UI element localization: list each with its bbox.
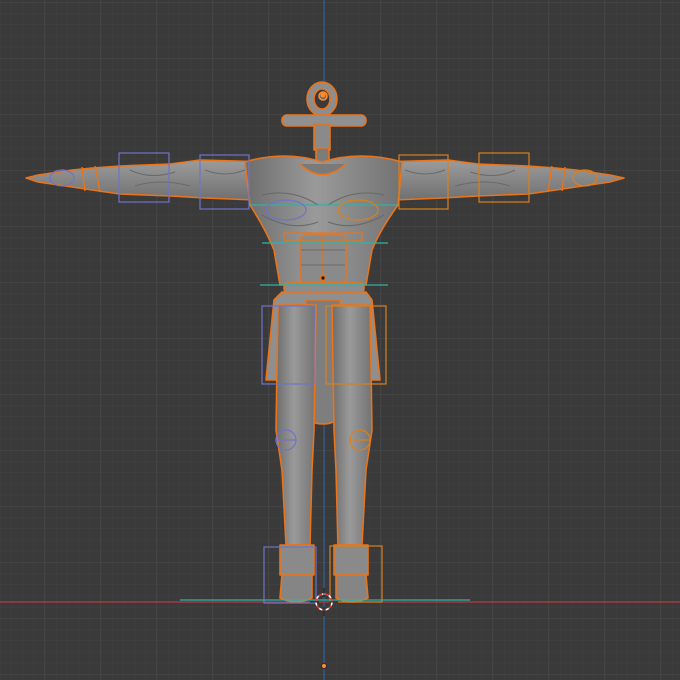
origin-dot-ankh[interactable] (320, 92, 326, 98)
viewport-canvas[interactable] (0, 0, 680, 680)
left-leg[interactable] (275, 304, 317, 603)
origin-dot-armature[interactable] (321, 663, 327, 669)
3d-viewport[interactable] (0, 0, 680, 680)
right-leg[interactable] (331, 304, 373, 603)
